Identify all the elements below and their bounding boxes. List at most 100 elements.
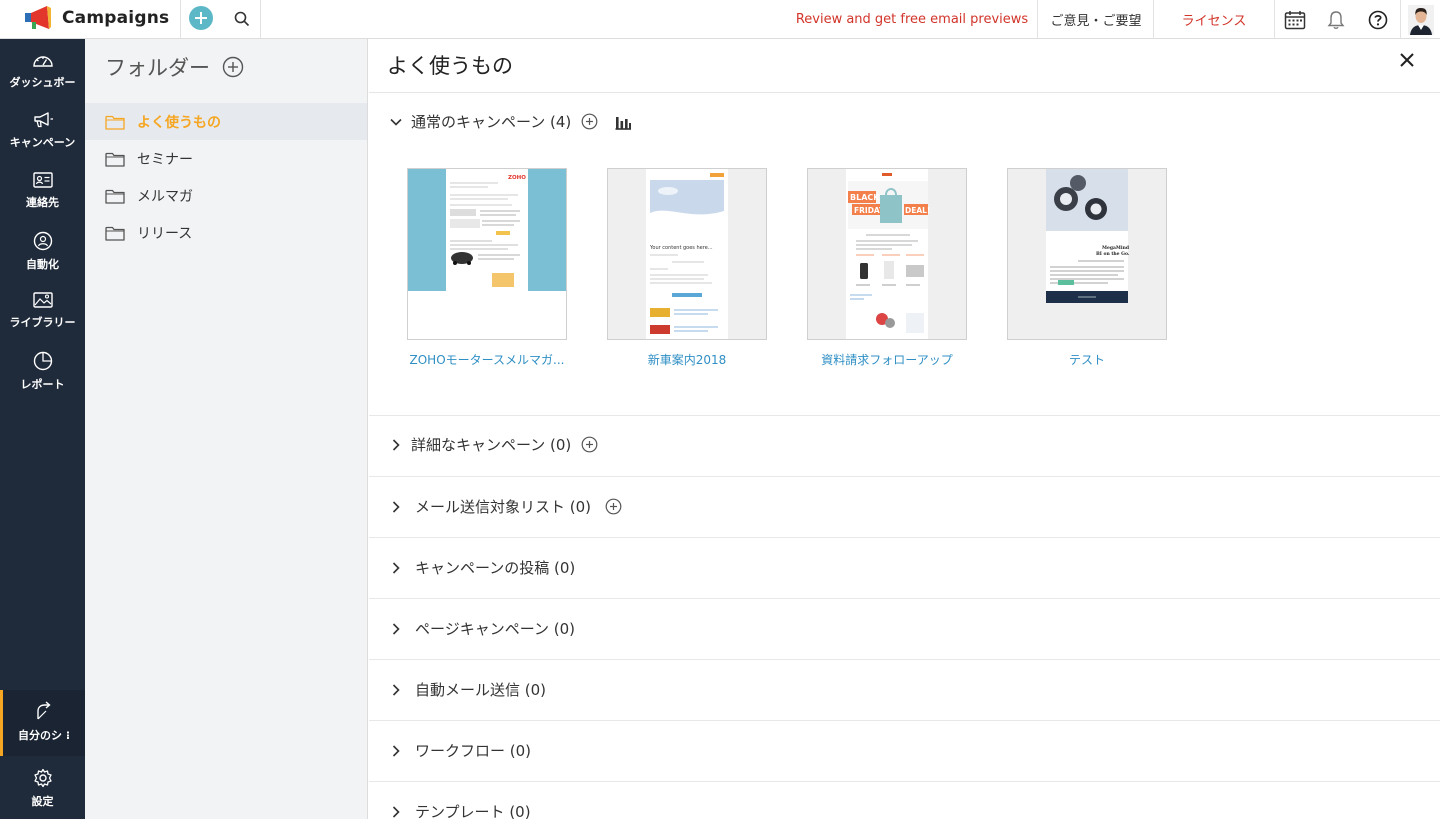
search-button[interactable]: [222, 0, 261, 39]
campaign-card[interactable]: Your content goes here... 新車案内2018: [607, 168, 767, 368]
nav-label-reports: レポート: [20, 378, 65, 391]
gear-icon: [33, 768, 52, 788]
folder-icon: [105, 226, 125, 241]
section-label: テンプレート (0): [415, 803, 531, 819]
add-icon[interactable]: [581, 436, 598, 453]
help-icon: [1368, 10, 1388, 29]
folder-panel: フォルダー よく使うもの セミナー メルマガ リリース: [85, 39, 368, 819]
section-mailing-lists: メール送信対象リスト (0): [369, 477, 1440, 538]
nav-dashboard[interactable]: ダッシュボー: [0, 51, 85, 111]
email-preview-promo-link[interactable]: Review and get free email previews: [786, 0, 1038, 39]
section-header[interactable]: 通常のキャンペーン (4): [389, 111, 632, 132]
nav-campaigns[interactable]: キャンペーン: [0, 111, 85, 171]
nav-my-shortcuts[interactable]: 自分のシ ⁝: [0, 690, 85, 756]
section-label: ワークフロー (0): [415, 742, 532, 760]
nav-label-campaigns: キャンペーン: [9, 136, 76, 149]
section-header[interactable]: 自動メール送信 (0): [389, 679, 546, 700]
notifications-button[interactable]: [1316, 0, 1356, 39]
megaphone-icon: [33, 112, 53, 128]
calendar-icon: [1284, 10, 1306, 29]
chevron-right-icon: [392, 500, 400, 513]
user-avatar[interactable]: [1400, 0, 1440, 39]
nav-automation[interactable]: 自動化: [0, 231, 85, 291]
section-header[interactable]: テンプレート (0): [389, 801, 531, 819]
close-icon[interactable]: [1399, 52, 1415, 68]
section-workflow: ワークフロー (0): [369, 721, 1440, 782]
bell-icon: [1327, 10, 1345, 29]
bar-chart-icon[interactable]: [614, 114, 632, 130]
section-regular-campaigns: 通常のキャンペーン (4) ZOHO ZOHOモータースメルマガ... Your…: [369, 93, 1440, 416]
section-auto-mail: 自動メール送信 (0): [369, 660, 1440, 721]
megaphone-logo-icon: [25, 6, 51, 29]
section-campaign-posts: キャンペーンの投稿 (0): [369, 538, 1440, 599]
chevron-right-icon: [392, 805, 400, 818]
section-label: 詳細なキャンペーン (0): [411, 436, 572, 454]
add-icon[interactable]: [605, 498, 622, 515]
campaign-name-link[interactable]: 新車案内2018: [607, 351, 767, 368]
chevron-right-icon: [392, 744, 400, 757]
campaign-thumbnail[interactable]: ZOHO: [407, 168, 567, 340]
campaign-name-link[interactable]: ZOHOモータースメルマガ...: [407, 351, 567, 368]
shortcut-arrow-icon: [37, 701, 51, 720]
section-header[interactable]: メール送信対象リスト (0): [389, 496, 622, 517]
add-campaign-icon[interactable]: [581, 113, 598, 130]
app-name: Campaigns: [62, 8, 170, 28]
section-label: ページキャンペーン (0): [415, 620, 575, 638]
newsletter-preview-image: BLACK FRIDAY DEAL!: [846, 169, 930, 339]
folder-item-favorites[interactable]: よく使うもの: [85, 103, 367, 140]
campaign-card[interactable]: MegaMind BI on the Go. テスト: [1007, 168, 1167, 368]
campaign-card[interactable]: ZOHO ZOHOモータースメルマガ...: [407, 168, 567, 368]
campaign-thumbnail[interactable]: MegaMind BI on the Go.: [1007, 168, 1167, 340]
thumb-headline: BI on the Go.: [1096, 251, 1130, 257]
nav-label-settings: 設定: [31, 795, 54, 808]
section-label: キャンペーンの投稿 (0): [415, 559, 576, 577]
library-icon: [32, 292, 53, 308]
chevron-down-icon: [390, 118, 402, 126]
section-header[interactable]: キャンペーンの投稿 (0): [389, 557, 575, 578]
report-icon: [33, 351, 52, 371]
dashboard-icon: [32, 56, 53, 67]
calendar-button[interactable]: [1274, 0, 1315, 39]
nav-contacts[interactable]: 連絡先: [0, 171, 85, 231]
folder-panel-title: フォルダー: [105, 56, 210, 80]
license-link[interactable]: ライセンス: [1153, 0, 1274, 39]
add-folder-icon[interactable]: [222, 56, 244, 78]
folder-item-release[interactable]: リリース: [85, 214, 367, 251]
folder-item-seminar[interactable]: セミナー: [85, 140, 367, 177]
campaign-card[interactable]: BLACK FRIDAY DEAL! 資料請求フォローアップ: [807, 168, 967, 368]
folder-icon: [105, 152, 125, 167]
nav-label-dashboard: ダッシュボー: [9, 76, 76, 89]
nav-settings[interactable]: 設定: [0, 758, 85, 819]
newsletter-preview-image: MegaMind BI on the Go.: [1046, 169, 1130, 303]
quick-add-button[interactable]: [189, 6, 213, 30]
section-header[interactable]: ページキャンペーン (0): [389, 618, 575, 639]
section-page-campaigns: ページキャンペーン (0): [369, 599, 1440, 660]
nav-reports[interactable]: レポート: [0, 351, 85, 411]
folder-item-newsletter[interactable]: メルマガ: [85, 177, 367, 214]
section-label: 自動メール送信 (0): [415, 681, 547, 699]
nav-label-library: ライブラリー: [9, 316, 76, 329]
thumb-banner-text: BLACK: [850, 193, 880, 202]
section-label: 通常のキャンペーン (4): [411, 113, 572, 131]
folder-label: よく使うもの: [137, 114, 221, 131]
section-header[interactable]: 詳細なキャンペーン (0): [389, 434, 598, 455]
thumb-headline: MegaMind: [1102, 245, 1130, 251]
page-title: よく使うもの: [387, 54, 513, 78]
campaign-thumbnail[interactable]: Your content goes here...: [607, 168, 767, 340]
automation-icon: [33, 231, 52, 251]
feedback-link[interactable]: ご意見・ご要望: [1037, 0, 1154, 39]
nav-library[interactable]: ライブラリー: [0, 291, 85, 351]
help-button[interactable]: [1357, 0, 1399, 39]
section-header[interactable]: ワークフロー (0): [389, 740, 531, 761]
thumb-headline: Your content goes here...: [649, 245, 713, 251]
folder-label: セミナー: [137, 151, 193, 168]
folder-label: メルマガ: [137, 188, 193, 205]
campaign-thumbnail[interactable]: BLACK FRIDAY DEAL!: [807, 168, 967, 340]
brand[interactable]: Campaigns: [0, 0, 181, 39]
campaign-name-link[interactable]: テスト: [1007, 351, 1167, 368]
top-bar: Campaigns Review and get free email prev…: [0, 0, 1440, 39]
newsletter-preview-image: Your content goes here...: [646, 169, 728, 339]
newsletter-preview-image: ZOHO: [408, 169, 566, 291]
campaign-name-link[interactable]: 資料請求フォローアップ: [807, 351, 967, 368]
nav-label-automation: 自動化: [26, 258, 59, 271]
